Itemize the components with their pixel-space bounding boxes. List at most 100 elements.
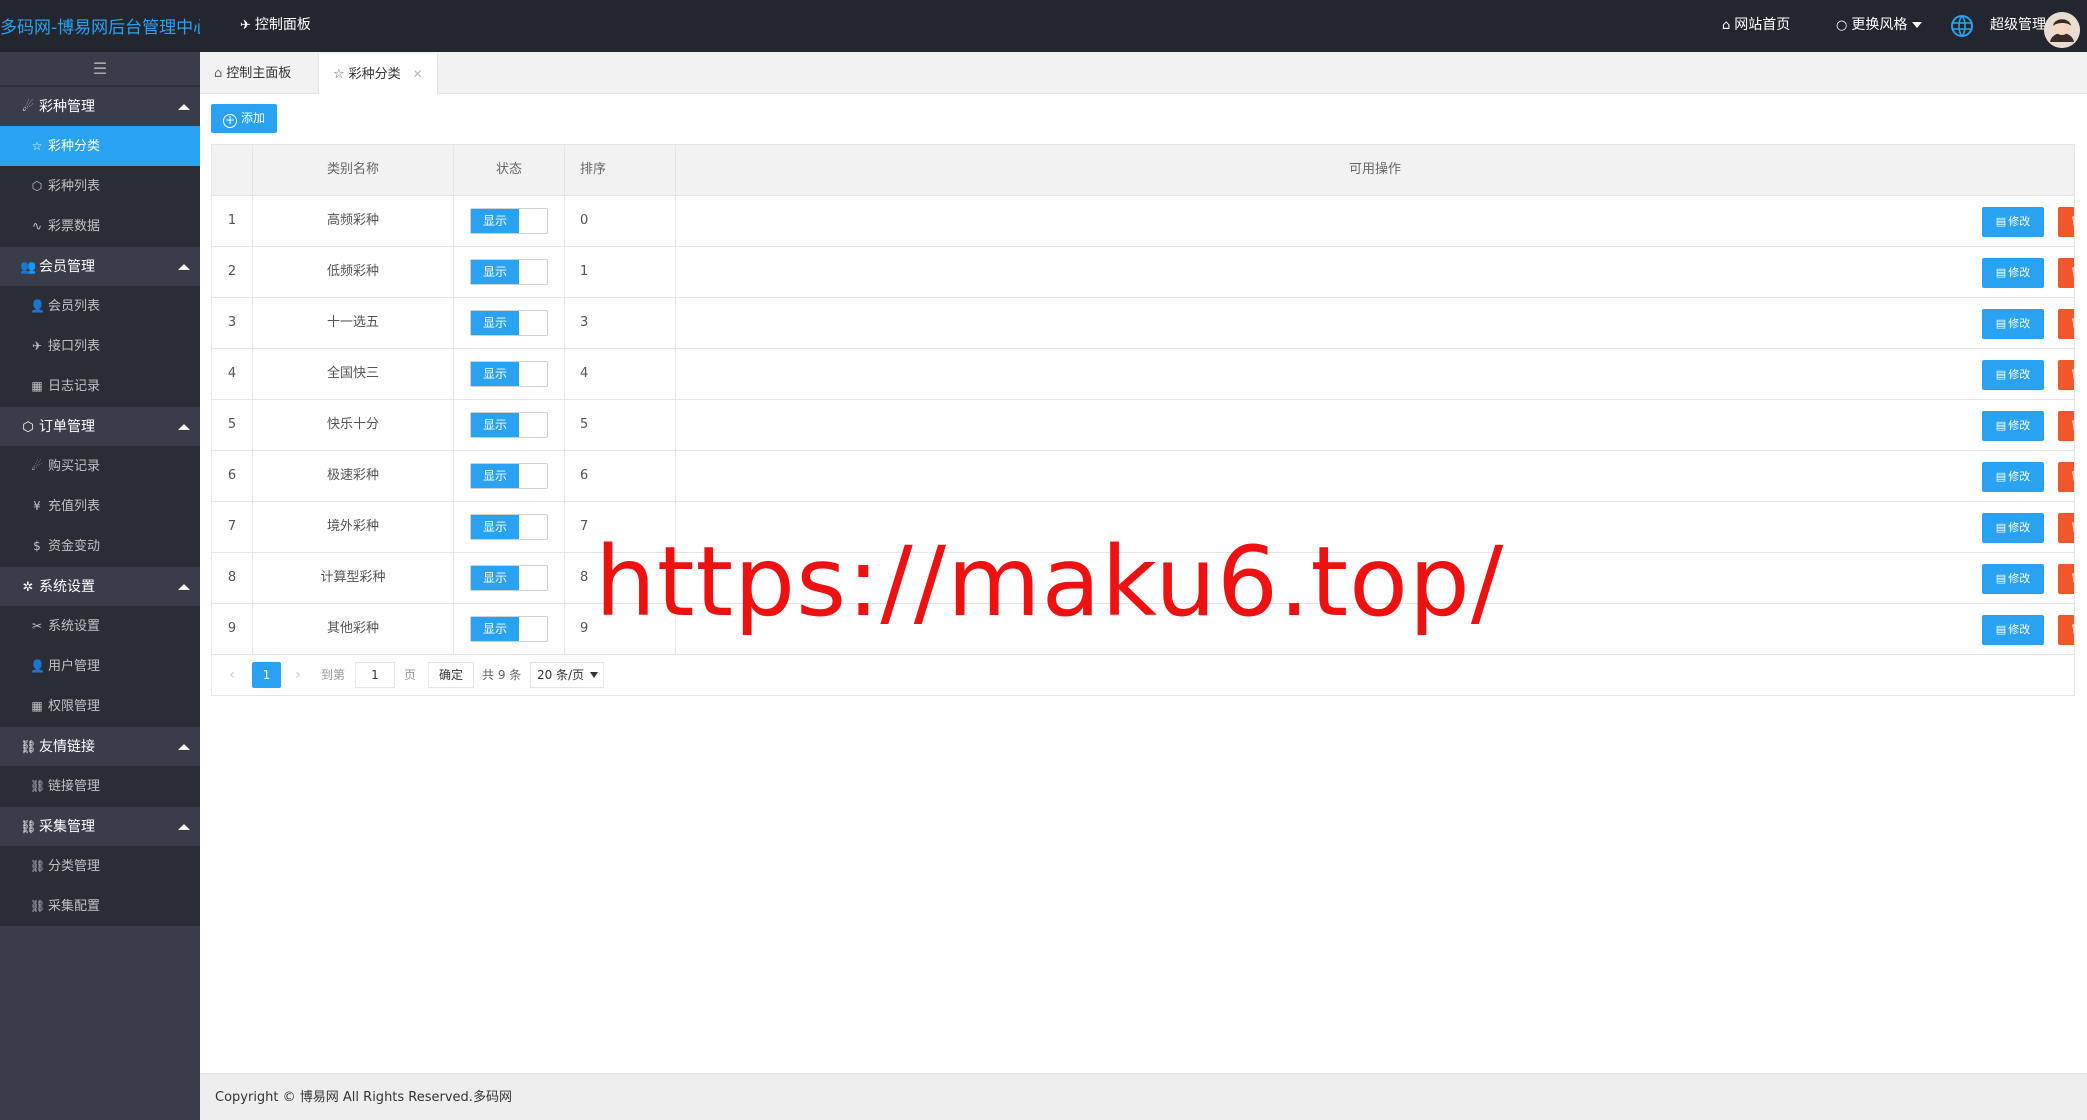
add-button[interactable]: + 添加 xyxy=(211,104,277,133)
delete-button[interactable]: 🗑删除 xyxy=(2058,360,2074,390)
status-toggle[interactable]: 显示 xyxy=(470,463,548,489)
delete-button[interactable]: 🗑删除 xyxy=(2058,564,2074,594)
edit-button[interactable]: ▤ 修改 xyxy=(1982,411,2044,441)
status-toggle-label: 显示 xyxy=(471,413,519,437)
control-panel-link[interactable]: ✈ 控制面板 xyxy=(240,0,311,52)
sidebar-item[interactable]: ✈ 接口列表 xyxy=(0,326,200,366)
sidebar-item[interactable]: $ 资金变动 xyxy=(0,526,200,566)
edit-button[interactable]: ▤ 修改 xyxy=(1982,615,2044,645)
close-icon[interactable]: ✕ xyxy=(413,67,423,81)
sidebar-group[interactable]: ⛓ 友情链接 xyxy=(0,726,200,766)
status-toggle[interactable]: 显示 xyxy=(470,514,548,540)
edit-icon: ▤ xyxy=(1995,419,2007,432)
brand-title[interactable]: 多码网-博易网后台管理中心 xyxy=(0,0,200,52)
prev-page-icon[interactable]: ‹ xyxy=(222,665,242,685)
category-name: 十一选五 xyxy=(253,298,454,348)
status-toggle-label: 显示 xyxy=(471,464,519,488)
sidebar-item[interactable]: 👤 用户管理 xyxy=(0,646,200,686)
tools-icon: ✂ xyxy=(31,619,43,633)
delete-button[interactable]: 🗑删除 xyxy=(2058,411,2074,441)
sidebar-item[interactable]: ✂ 系统设置 xyxy=(0,606,200,646)
edit-button[interactable]: ▤ 修改 xyxy=(1982,564,2044,594)
avatar[interactable] xyxy=(2044,12,2080,48)
sidebar-group[interactable]: 👥 会员管理 xyxy=(0,246,200,286)
status-toggle[interactable]: 显示 xyxy=(470,208,548,234)
sidebar-item[interactable]: ☆ 彩种分类 xyxy=(0,126,200,166)
change-style-dropdown[interactable]: ○ 更换风格 xyxy=(1836,0,1923,52)
sidebar-group[interactable]: ☄ 彩种管理 xyxy=(0,86,200,126)
status-cell: 显示 xyxy=(454,604,565,654)
tab-lottery-category[interactable]: ☆ 彩种分类 ✕ xyxy=(318,54,438,94)
edit-button-label: 修改 xyxy=(2008,266,2031,279)
tab-label: 控制主面板 xyxy=(226,66,292,81)
tab-dashboard[interactable]: ⌂ 控制主面板 xyxy=(200,54,305,94)
sidebar-item[interactable]: ▦ 日志记录 xyxy=(0,366,200,406)
column-header-actions: 可用操作 xyxy=(1348,162,1401,177)
page-size-select[interactable]: 20 条/页 xyxy=(530,662,604,688)
chevron-up-icon xyxy=(178,584,190,590)
tab-strip: ⌂ 控制主面板 ☆ 彩种分类 ✕ xyxy=(200,52,2087,94)
row-index: 7 xyxy=(212,502,253,552)
sidebar-item[interactable]: ⛓ 链接管理 xyxy=(0,766,200,806)
delete-button[interactable]: 🗑删除 xyxy=(2058,309,2074,339)
table-row: 5快乐十分显示5▤修改🗑删除 xyxy=(212,400,2074,451)
status-toggle[interactable]: 显示 xyxy=(470,310,548,336)
sidebar-group-label: 友情链接 xyxy=(39,739,95,755)
edit-button-label: 修改 xyxy=(2008,572,2031,585)
edit-button[interactable]: ▤ 修改 xyxy=(1982,258,2044,288)
sidebar-group-label: 采集管理 xyxy=(39,819,95,835)
sidebar-toggle[interactable]: ☰ xyxy=(0,52,200,86)
edit-icon: ▤ xyxy=(1995,470,2007,483)
top-header: 多码网-博易网后台管理中心 ✈ 控制面板 ⌂ 网站首页 ○ 更换风格 超级管理员 xyxy=(0,0,2087,52)
sidebar-group-label: 会员管理 xyxy=(39,259,95,275)
sort-value: 5 xyxy=(565,400,676,450)
next-page-icon[interactable]: › xyxy=(288,665,308,685)
fire-icon: ☄ xyxy=(22,100,34,115)
status-toggle[interactable]: 显示 xyxy=(470,361,548,387)
sidebar-item[interactable]: ☄ 购买记录 xyxy=(0,446,200,486)
status-toggle[interactable]: 显示 xyxy=(470,259,548,285)
sidebar-item[interactable]: ∿ 彩票数据 xyxy=(0,206,200,246)
edit-button-label: 修改 xyxy=(2008,419,2031,432)
sidebar-item[interactable]: ⛓ 采集配置 xyxy=(0,886,200,926)
sort-value: 3 xyxy=(565,298,676,348)
edit-button[interactable]: ▤ 修改 xyxy=(1982,207,2044,237)
delete-button[interactable]: 🗑删除 xyxy=(2058,207,2074,237)
sidebar-item-label: 日志记录 xyxy=(48,379,101,394)
user-icon: 👤 xyxy=(30,299,45,313)
delete-button[interactable]: 🗑删除 xyxy=(2058,615,2074,645)
category-name: 境外彩种 xyxy=(253,502,454,552)
chevron-down-icon xyxy=(590,672,598,678)
status-toggle[interactable]: 显示 xyxy=(470,565,548,591)
sidebar-item[interactable]: ▦ 权限管理 xyxy=(0,686,200,726)
edit-button[interactable]: ▤ 修改 xyxy=(1982,513,2044,543)
sidebar-item[interactable]: ⬡ 彩种列表 xyxy=(0,166,200,206)
sidebar-item[interactable]: 👤 会员列表 xyxy=(0,286,200,326)
sidebar-item[interactable]: ⛓ 分类管理 xyxy=(0,846,200,886)
sidebar-item[interactable]: ¥ 充值列表 xyxy=(0,486,200,526)
gear-icon: ✲ xyxy=(22,580,34,595)
link-icon: ⛓ xyxy=(30,899,46,913)
delete-button[interactable]: 🗑删除 xyxy=(2058,258,2074,288)
goto-page-input[interactable] xyxy=(355,662,395,688)
sidebar-group[interactable]: ✲ 系统设置 xyxy=(0,566,200,606)
category-name: 快乐十分 xyxy=(253,400,454,450)
edit-button[interactable]: ▤ 修改 xyxy=(1982,462,2044,492)
sidebar: ☰ ☄ 彩种管理 ☆ 彩种分类 ⬡ 彩种列表 ∿ 彩票数据 👥 会员管理 👤 会员列表 ✈ 接口列表 ▦ 日志… xyxy=(0,52,200,1120)
current-page[interactable]: 1 xyxy=(252,662,281,688)
edit-button[interactable]: ▤ 修改 xyxy=(1982,360,2044,390)
status-toggle[interactable]: 显示 xyxy=(470,616,548,642)
status-toggle[interactable]: 显示 xyxy=(470,412,548,438)
sidebar-item-label: 资金变动 xyxy=(48,539,101,554)
category-name: 极速彩种 xyxy=(253,451,454,501)
delete-button[interactable]: 🗑删除 xyxy=(2058,513,2074,543)
edit-icon: ▤ xyxy=(1995,368,2007,381)
edit-button[interactable]: ▤ 修改 xyxy=(1982,309,2044,339)
sidebar-group[interactable]: ⬡ 订单管理 xyxy=(0,406,200,446)
sidebar-item-label: 会员列表 xyxy=(48,299,101,314)
site-home-link[interactable]: ⌂ 网站首页 xyxy=(1722,0,1790,52)
goto-confirm-button[interactable]: 确定 xyxy=(428,662,474,688)
edit-button-label: 修改 xyxy=(2008,470,2031,483)
sidebar-group[interactable]: ⛓ 采集管理 xyxy=(0,806,200,846)
delete-button[interactable]: 🗑删除 xyxy=(2058,462,2074,492)
